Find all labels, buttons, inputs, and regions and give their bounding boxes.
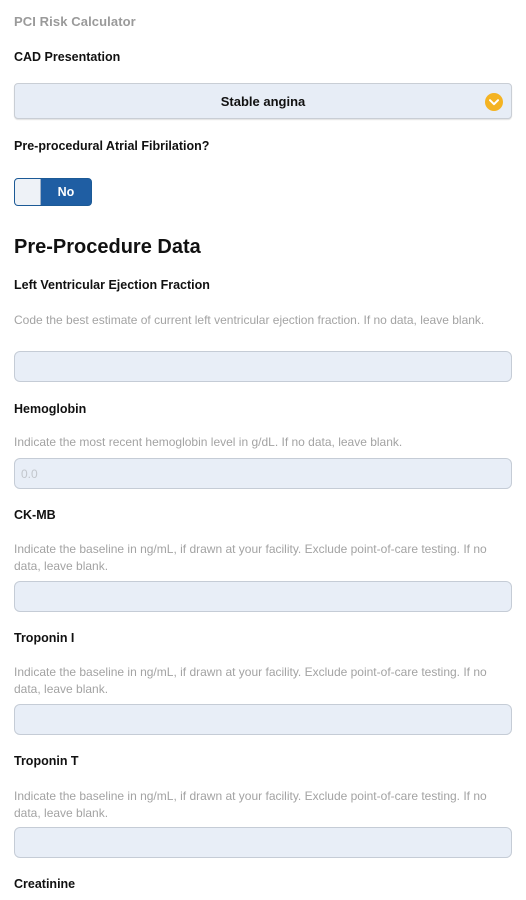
lvef-input[interactable] [14,351,512,382]
afib-label: Pre-procedural Atrial Fibrilation? [14,139,210,153]
troponin-t-help-text: Indicate the baseline in ng/mL, if drawn… [14,789,487,820]
hemoglobin-input[interactable] [14,458,512,489]
chevron-down-icon [485,93,503,111]
afib-toggle[interactable]: No [14,178,92,206]
troponin-i-help-text: Indicate the baseline in ng/mL, if drawn… [14,665,487,696]
cad-presentation-label: CAD Presentation [14,50,121,64]
cad-presentation-value: Stable angina [220,93,306,109]
ckmb-label: CK-MB [14,508,56,522]
toggle-state-text: No [57,185,75,199]
toggle-knob [15,179,41,205]
lvef-help-text: Code the best estimate of current left v… [14,313,485,327]
app-title: PCI Risk Calculator [14,14,136,29]
troponin-i-label: Troponin I [14,631,75,645]
lvef-label: Left Ventricular Ejection Fraction [14,278,210,292]
troponin-t-input[interactable] [14,827,512,858]
troponin-i-input[interactable] [14,704,512,735]
section-heading: Pre-Procedure Data [14,236,201,258]
hemoglobin-label: Hemoglobin [14,402,87,416]
creatinine-label: Creatinine [14,877,76,891]
cad-presentation-select[interactable]: Stable angina [14,83,512,119]
hemoglobin-help-text: Indicate the most recent hemoglobin leve… [14,435,403,449]
ckmb-help-text: Indicate the baseline in ng/mL, if drawn… [14,542,487,573]
pci-risk-calculator-page: PCI Risk Calculator CAD Presentation Sta… [0,0,526,900]
troponin-t-label: Troponin T [14,754,79,768]
ckmb-input[interactable] [14,581,512,612]
